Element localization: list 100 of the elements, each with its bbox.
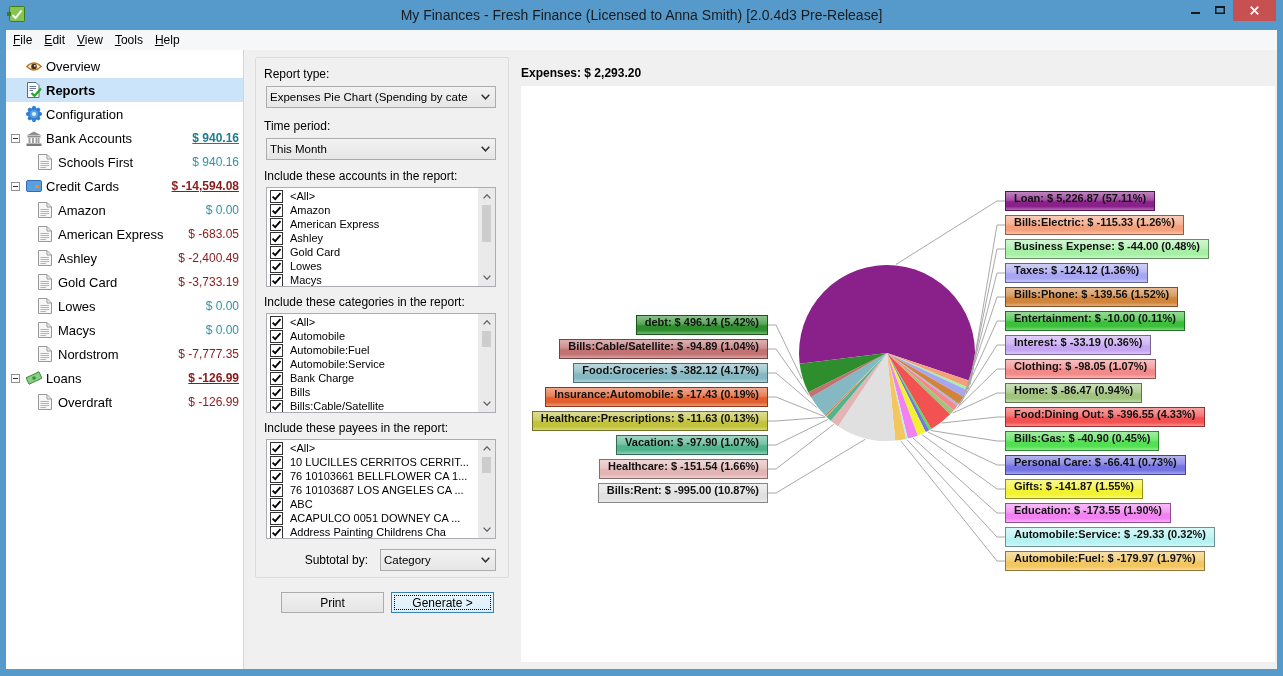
nav-item[interactable]: Reports	[6, 78, 243, 102]
checkbox[interactable]	[270, 315, 283, 329]
checkbox[interactable]	[270, 469, 283, 483]
tree-item[interactable]: Ashley $ -2,400.49	[6, 246, 243, 270]
tree-item[interactable]: Lowes $ 0.00	[6, 294, 243, 318]
checked-list[interactable]: <All> Amazon American Express Ashley Gold Card Lowes Macys	[266, 187, 496, 287]
close-button[interactable]	[1233, 0, 1276, 21]
nav-item[interactable]: Configuration	[6, 102, 243, 126]
tree-item[interactable]: Amazon $ 0.00	[6, 198, 243, 222]
checkbox[interactable]	[270, 525, 283, 538]
checkbox[interactable]	[270, 329, 283, 343]
slice-label: Clothing: $ -98.05 (1.07%)	[1005, 359, 1157, 379]
checklist-item[interactable]: Automobile	[270, 329, 346, 343]
checkbox[interactable]	[270, 245, 283, 259]
checklist-item[interactable]: <All>	[270, 315, 316, 329]
checkbox[interactable]	[270, 189, 283, 203]
app-icon	[7, 6, 25, 22]
scroll-up-icon[interactable]	[482, 320, 491, 325]
checkbox[interactable]	[270, 455, 283, 469]
gear-icon	[26, 106, 42, 122]
tree-item[interactable]: Bank Accounts $ 940.16	[6, 126, 243, 150]
dropdown-caret-icon	[481, 94, 490, 100]
checklist-item[interactable]: <All>	[270, 441, 316, 455]
account-name: Schools First	[58, 154, 134, 170]
checked-list[interactable]: <All> 10 LUCILLES CERRITOS CERRIT... 76 10103661 BELLFLOWER CA 1... 76 10103687 LOS ANGELES CA ... ABC ACAPULCO 0051 DOWNEY CA ... Address Painting Childrens Cha	[266, 439, 496, 539]
scroll-up-icon[interactable]	[482, 194, 491, 199]
slice-label: Bills:Gas: $ -40.90 (0.45%)	[1005, 431, 1160, 451]
menu-item[interactable]: Edit	[38, 30, 72, 50]
scrollbar-thumb[interactable]	[482, 205, 491, 242]
checkbox[interactable]	[270, 217, 283, 231]
checkbox[interactable]	[270, 483, 283, 497]
report-type-dropdown[interactable]: Expenses Pie Chart (Spending by cate	[266, 86, 496, 108]
account-name: American Express	[58, 226, 164, 242]
tree-item[interactable]: American Express $ -683.05	[6, 222, 243, 246]
checklist-item[interactable]: Bank Charge	[270, 371, 355, 385]
action-button[interactable]: Generate >	[391, 592, 494, 613]
account-name: Overdraft	[58, 394, 113, 410]
checkbox[interactable]	[270, 259, 283, 273]
menu-item[interactable]: View	[71, 30, 109, 50]
checklist-item[interactable]: Macys	[270, 273, 322, 286]
scrollbar[interactable]	[478, 314, 495, 412]
checkbox[interactable]	[270, 343, 283, 357]
checklist-item[interactable]: Amazon	[270, 203, 331, 217]
checkbox[interactable]	[270, 511, 283, 525]
tree-item[interactable]: Schools First $ 940.16	[6, 150, 243, 174]
scrollbar-thumb[interactable]	[482, 457, 491, 473]
tree-item[interactable]: Nordstrom $ -7,777.35	[6, 342, 243, 366]
checklist-item[interactable]: 10 LUCILLES CERRITOS CERRIT...	[270, 455, 469, 469]
checkbox[interactable]	[270, 357, 283, 371]
document-check-icon	[26, 82, 42, 98]
collapse-icon[interactable]	[11, 373, 20, 383]
tree-item[interactable]: Credit Cards $ -14,594.08	[6, 174, 243, 198]
checklist-item[interactable]: <All>	[270, 189, 316, 203]
field-label: Include these accounts in the report:	[264, 169, 458, 183]
checklist-item[interactable]: Lowes	[270, 259, 322, 273]
slice-label: Vacation: $ -97.90 (1.07%)	[616, 435, 768, 455]
tree-item[interactable]: Gold Card $ -3,733.19	[6, 270, 243, 294]
checklist-item[interactable]: ABC	[270, 497, 313, 511]
checklist-item[interactable]: Automobile:Fuel	[270, 343, 370, 357]
nav-item[interactable]: Overview	[6, 54, 243, 78]
scrollbar[interactable]	[478, 440, 495, 538]
checkbox[interactable]	[270, 371, 283, 385]
checklist-item[interactable]: American Express	[270, 217, 380, 231]
dropdown-caret-icon	[481, 146, 490, 152]
checklist-item[interactable]: Ashley	[270, 231, 324, 245]
scrollbar-thumb[interactable]	[482, 331, 491, 347]
action-button[interactable]: Print	[281, 592, 384, 613]
tree-item[interactable]: Macys $ 0.00	[6, 318, 243, 342]
checkbox[interactable]	[270, 399, 283, 412]
checklist-item[interactable]: 76 10103687 LOS ANGELES CA ...	[270, 483, 464, 497]
scrollbar[interactable]	[478, 188, 495, 286]
collapse-icon[interactable]	[11, 181, 20, 191]
checkbox[interactable]	[270, 385, 283, 399]
subtotal-dropdown[interactable]: Category	[380, 549, 496, 571]
checkbox[interactable]	[270, 203, 283, 217]
scroll-down-icon[interactable]	[482, 275, 491, 280]
checkbox[interactable]	[270, 231, 283, 245]
menu-item[interactable]: File	[7, 30, 39, 50]
time-period-dropdown[interactable]: This Month	[266, 138, 496, 160]
checklist-item[interactable]: Bills	[270, 385, 311, 399]
checked-list[interactable]: <All> Automobile Automobile:Fuel Automobile:Service Bank Charge Bills Bills:Cable/Satellite	[266, 313, 496, 413]
checklist-item[interactable]: Automobile:Service	[270, 357, 385, 371]
tree-item[interactable]: Overdraft $ -126.99	[6, 390, 243, 414]
account-balance: $ -126.99	[188, 395, 239, 409]
menu-item[interactable]: Help	[148, 30, 186, 50]
checkbox[interactable]	[270, 273, 283, 286]
scroll-down-icon[interactable]	[482, 401, 491, 406]
collapse-icon[interactable]	[11, 133, 20, 143]
checklist-item[interactable]: ACAPULCO 0051 DOWNEY CA ...	[270, 511, 461, 525]
menu-item[interactable]: Tools	[108, 30, 149, 50]
tree-item[interactable]: Loans $ -126.99	[6, 366, 243, 390]
checklist-item[interactable]: 76 10103661 BELLFLOWER CA 1...	[270, 469, 468, 483]
scroll-down-icon[interactable]	[482, 527, 491, 532]
checkbox[interactable]	[270, 441, 283, 455]
scroll-up-icon[interactable]	[482, 446, 491, 451]
field-label: Report type:	[264, 67, 330, 81]
checklist-item[interactable]: Bills:Cable/Satellite	[270, 399, 385, 412]
checkbox[interactable]	[270, 497, 283, 511]
checklist-item[interactable]: Gold Card	[270, 245, 341, 259]
checklist-item[interactable]: Address Painting Childrens Cha	[270, 525, 446, 538]
